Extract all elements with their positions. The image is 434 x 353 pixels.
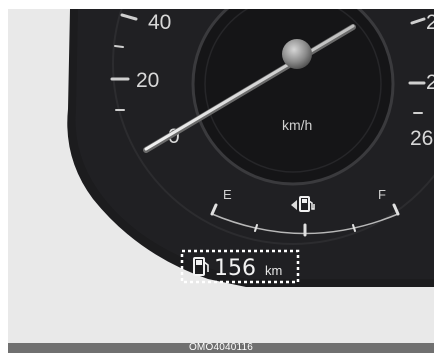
speed-label-40: 40	[148, 11, 171, 34]
range-unit: km	[265, 263, 282, 278]
speed-label-right-bottom: 26	[410, 127, 433, 150]
fuel-full-label: F	[378, 187, 386, 202]
instrument-cluster: 40 20 0 2 2 26 km/h E F	[67, 9, 434, 287]
figure-caption-bar: OMO4040116	[8, 343, 434, 353]
speed-unit-label: km/h	[282, 117, 312, 133]
illustration-frame: 40 20 0 2 2 26 km/h E F	[8, 9, 434, 343]
speed-label-right-top: 2	[426, 11, 434, 34]
speedo-hub	[282, 39, 312, 69]
figure-code: OMO4040116	[188, 342, 254, 353]
speed-label-20: 20	[136, 69, 159, 92]
fuel-empty-label: E	[223, 187, 232, 202]
range-value: 156	[214, 256, 256, 281]
speed-label-right-mid: 2	[426, 71, 434, 94]
